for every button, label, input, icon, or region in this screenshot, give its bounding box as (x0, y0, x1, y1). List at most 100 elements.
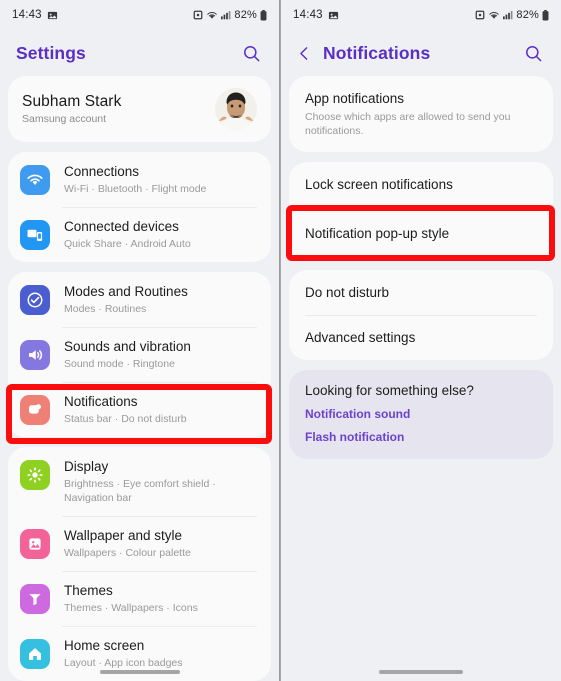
battery-icon (542, 9, 549, 21)
notif-row-do-not-disturb[interactable]: Do not disturb (289, 270, 553, 315)
notif-row-app-notifications[interactable]: App notifications Choose which apps are … (289, 76, 553, 152)
row-title: Wallpaper and style (64, 528, 183, 543)
settings-row-text: Themes Themes · Wallpapers · Icons (64, 582, 257, 615)
row-subtitle: Brightness · Eye comfort shield · Naviga… (64, 478, 216, 504)
settings-list: Subham Stark Samsung account Connections… (0, 76, 279, 681)
avatar[interactable] (215, 88, 257, 130)
status-bar-system-icons: 82% (475, 9, 549, 21)
home-indicator-left[interactable] (0, 670, 279, 674)
row-title: Themes (64, 583, 113, 598)
status-bar-clock: 14:43 (12, 9, 42, 21)
settings-row-text: Display Brightness · Eye comfort shield … (64, 458, 257, 505)
profile-subtitle: Samsung account (22, 113, 107, 125)
row-title: Lock screen notifications (305, 177, 453, 192)
row-title: Sounds and vibration (64, 339, 191, 354)
row-title: Display (64, 459, 109, 474)
signal-icon (503, 10, 513, 20)
settings-group-connections: Connections Wi-Fi · Bluetooth · Flight m… (8, 152, 271, 262)
search-icon[interactable] (239, 41, 263, 65)
left-app-bar: Settings (0, 30, 279, 76)
settings-row-notifications[interactable]: Notifications Status bar · Do not distur… (8, 382, 271, 437)
sound-icon (20, 340, 50, 370)
row-subtitle: Wallpapers · Colour palette (64, 547, 191, 559)
notif-group-dnd-advanced: Do not disturb Advanced settings (289, 270, 553, 360)
looking-for-title: Looking for something else? (305, 383, 474, 398)
page-title: Settings (16, 42, 86, 63)
link-flash-notification[interactable]: Flash notification (305, 430, 537, 444)
row-subtitle: Sound mode · Ringtone (64, 358, 175, 370)
alarm-icon (193, 10, 203, 20)
status-bar-right: 14:43 82% (281, 0, 561, 30)
notifications-list: App notifications Choose which apps are … (281, 76, 561, 459)
settings-row-sounds-and-vibration[interactable]: Sounds and vibration Sound mode · Ringto… (8, 327, 271, 382)
settings-row-connections[interactable]: Connections Wi-Fi · Bluetooth · Flight m… (8, 152, 271, 207)
row-title: Connected devices (64, 219, 179, 234)
row-title: Home screen (64, 638, 145, 653)
wifi-icon (20, 165, 50, 195)
notif-row-advanced-settings[interactable]: Advanced settings (289, 315, 553, 360)
link-notification-sound[interactable]: Notification sound (305, 407, 537, 421)
chevron-left-icon[interactable] (293, 42, 315, 64)
settings-row-themes[interactable]: Themes Themes · Wallpapers · Icons (8, 571, 271, 626)
themes-icon (20, 584, 50, 614)
settings-group-display: Display Brightness · Eye comfort shield … (8, 447, 271, 681)
right-app-bar: Notifications (281, 30, 561, 76)
profile-text: Subham Stark Samsung account (22, 93, 215, 125)
profile-row[interactable]: Subham Stark Samsung account (8, 76, 271, 142)
settings-row-text: Notifications Status bar · Do not distur… (64, 393, 257, 426)
display-icon (20, 460, 50, 490)
page-title: Notifications (323, 42, 431, 63)
settings-row-text: Sounds and vibration Sound mode · Ringto… (64, 338, 257, 371)
row-title: Connections (64, 164, 140, 179)
wifi-icon (488, 10, 500, 20)
settings-row-wallpaper-and-style[interactable]: Wallpaper and style Wallpapers · Colour … (8, 516, 271, 571)
photo-icon (47, 10, 58, 21)
photo-icon (328, 10, 339, 21)
row-subtitle: Status bar · Do not disturb (64, 413, 187, 425)
row-subtitle: Modes · Routines (64, 303, 147, 315)
row-subtitle: Layout · App icon badges (64, 657, 183, 669)
settings-row-display[interactable]: Display Brightness · Eye comfort shield … (8, 447, 271, 516)
notif-group-app-notifications: App notifications Choose which apps are … (289, 76, 553, 152)
notifications-screen: 14:43 82% Notifications App notification… (281, 0, 561, 681)
status-bar-system-icons: 82% (193, 9, 267, 21)
modes-routines-icon (20, 285, 50, 315)
battery-percent-label: 82% (234, 9, 257, 21)
battery-percent-label: 82% (516, 9, 539, 21)
row-subtitle: Themes · Wallpapers · Icons (64, 602, 198, 614)
notif-row-notification-pop-up-style[interactable]: Notification pop-up style (289, 207, 553, 260)
notifications-icon (20, 395, 50, 425)
signal-icon (221, 10, 231, 20)
settings-row-text: Wallpaper and style Wallpapers · Colour … (64, 527, 257, 560)
notif-group-lockscreen-popup: Lock screen notifications Notification p… (289, 162, 553, 260)
battery-icon (260, 9, 267, 21)
profile-name: Subham Stark (22, 93, 122, 110)
row-title: Advanced settings (305, 330, 416, 345)
connected-devices-icon (20, 220, 50, 250)
alarm-icon (475, 10, 485, 20)
row-title: Modes and Routines (64, 284, 188, 299)
row-subtitle: Quick Share · Android Auto (64, 238, 191, 250)
status-bar-left: 14:43 82% (0, 0, 279, 30)
settings-row-modes-and-routines[interactable]: Modes and Routines Modes · Routines (8, 272, 271, 327)
settings-row-text: Modes and Routines Modes · Routines (64, 283, 257, 316)
settings-group-notifications: Modes and Routines Modes · Routines Soun… (8, 272, 271, 437)
dual-screenshot-container: 14:43 82% Settings Subham Stark Samsung … (0, 0, 561, 681)
search-icon[interactable] (521, 41, 545, 65)
row-title: Notification pop-up style (305, 226, 450, 241)
status-bar-notification-icons (328, 10, 339, 21)
row-title: App notifications (305, 91, 405, 106)
settings-row-text: Connected devices Quick Share · Android … (64, 218, 257, 251)
wallpaper-icon (20, 529, 50, 559)
notif-row-lock-screen-notifications[interactable]: Lock screen notifications (289, 162, 553, 207)
wifi-icon (206, 10, 218, 20)
row-subtitle: Choose which apps are allowed to send yo… (305, 111, 511, 137)
account-card[interactable]: Subham Stark Samsung account (8, 76, 271, 142)
status-bar-notification-icons (47, 10, 58, 21)
row-subtitle: Wi-Fi · Bluetooth · Flight mode (64, 183, 207, 195)
home-indicator-right[interactable] (281, 670, 561, 674)
settings-row-text: Connections Wi-Fi · Bluetooth · Flight m… (64, 163, 257, 196)
home-screen-icon (20, 639, 50, 669)
row-title: Do not disturb (305, 285, 390, 300)
settings-row-connected-devices[interactable]: Connected devices Quick Share · Android … (8, 207, 271, 262)
